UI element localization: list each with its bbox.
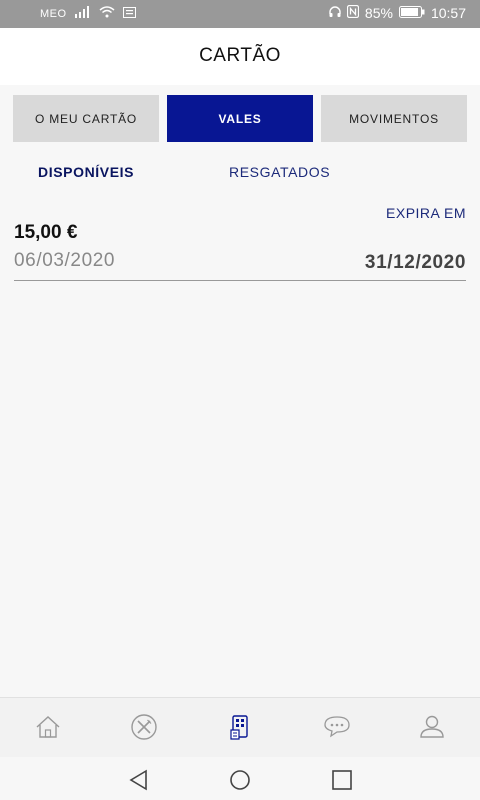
page-title: CARTÃO	[199, 45, 281, 66]
carrier-label: MEO	[40, 7, 67, 20]
clock: 10:57	[430, 5, 466, 21]
divider	[14, 280, 466, 281]
voucher-amount: 15,00 €	[14, 222, 78, 243]
chat-icon[interactable]	[322, 712, 352, 742]
fork-knife-icon[interactable]	[129, 712, 159, 742]
home-icon[interactable]	[33, 712, 63, 742]
voucher-issued-date: 06/03/2020	[14, 250, 116, 271]
home-circle-icon[interactable]	[227, 767, 253, 793]
recents-icon[interactable]	[329, 767, 355, 793]
tab-my-card[interactable]: O MEU CARTÃO	[13, 95, 159, 142]
battery-icon	[398, 5, 425, 21]
app-header: CARTÃO	[0, 28, 480, 85]
tab-vouchers[interactable]: VALES	[167, 95, 313, 142]
subtab-available[interactable]: DISPONÍVEIS	[38, 164, 134, 180]
signal-icon	[74, 6, 91, 21]
system-nav-bar	[0, 757, 480, 800]
tab-label: O MEU CARTÃO	[34, 111, 138, 126]
subtab-redeemed[interactable]: RESGATADOS	[229, 164, 330, 180]
tab-movements[interactable]: MOVIMENTOS	[321, 95, 467, 142]
tab-label: MOVIMENTOS	[349, 111, 439, 126]
expires-label: EXPIRA EM	[386, 205, 466, 221]
bottom-nav	[0, 697, 480, 757]
headphone-icon	[329, 5, 341, 21]
message-icon	[122, 6, 136, 21]
card-qr-icon[interactable]	[225, 712, 255, 742]
battery-percent: 85%	[364, 5, 393, 21]
back-icon[interactable]	[126, 767, 152, 793]
tab-label: VALES	[218, 111, 262, 126]
wifi-icon	[99, 6, 115, 21]
user-icon[interactable]	[417, 712, 447, 742]
nfc-icon	[346, 4, 360, 21]
voucher-expiry-date: 31/12/2020	[364, 252, 466, 273]
status-bar: MEO 85% 10:57	[0, 0, 480, 28]
